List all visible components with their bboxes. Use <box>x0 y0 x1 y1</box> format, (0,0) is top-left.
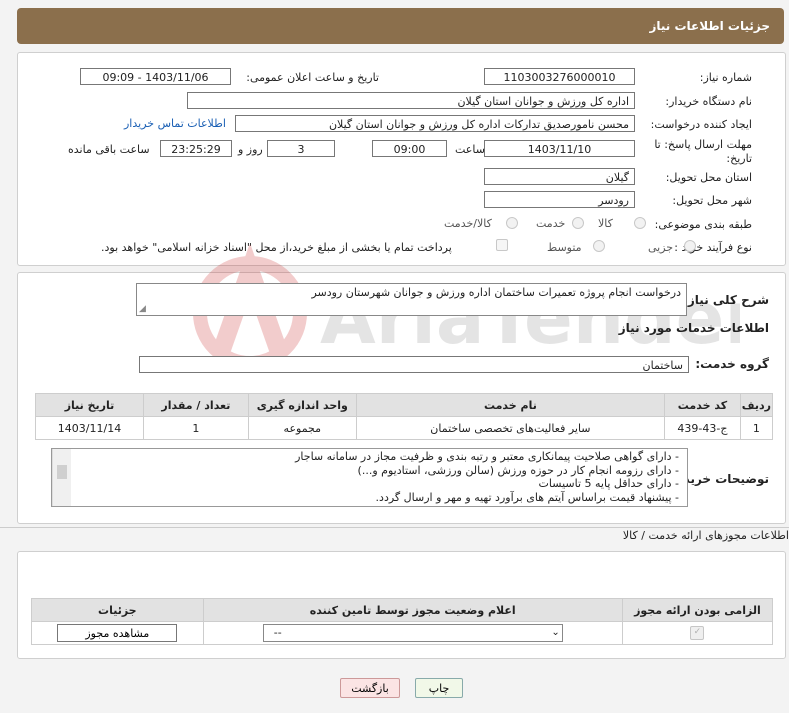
col-qty: تعداد / مقدار <box>143 393 249 417</box>
permit-required-checkbox[interactable]: ✓ <box>690 626 705 640</box>
notes-line: - دارای رزومه انجام کار در حوزه ورزش (سا… <box>357 463 679 477</box>
col-need-date: تاریخ نیاز <box>35 393 144 417</box>
row-qty: 1 <box>143 416 249 440</box>
category-goods-radio[interactable] <box>634 217 646 229</box>
page-header: جزئیات اطلاعات نیاز <box>17 8 784 44</box>
view-permit-button[interactable]: مشاهده مجوز <box>57 624 178 642</box>
notes-scrollbar[interactable] <box>52 449 71 506</box>
requester-label: ایجاد کننده درخواست: <box>650 118 752 131</box>
deadline-days-field: 3 <box>267 140 335 157</box>
notes-line: - دارای حداقل پایه 5 تاسیسات <box>538 477 679 490</box>
permit-status-select[interactable]: -- ⌄ <box>262 624 563 642</box>
buyer-contact-link[interactable]: اطلاعات تماس خریدار <box>124 117 226 130</box>
row-code: ج-43-439 <box>664 416 741 440</box>
print-button[interactable]: چاپ <box>415 678 463 698</box>
col-unit: واحد اندازه گیری <box>247 393 357 417</box>
row-name: سایر فعالیت‌های تخصصی ساختمان <box>355 416 666 440</box>
service-group-label: گروه خدمت: <box>695 357 769 371</box>
services-table: ردیف کد خدمت نام خدمت واحد اندازه گیری ت… <box>35 393 774 440</box>
process-medium-radio[interactable] <box>593 240 605 252</box>
row-unit: مجموعه <box>247 416 357 440</box>
resize-handle-icon: ◢ <box>139 304 146 314</box>
days-label: روز و <box>238 143 263 156</box>
permits-title: اطلاعات مجوزهای ارائه خدمت / کالا <box>622 529 789 542</box>
category-goods-service-radio[interactable] <box>506 217 518 229</box>
summary-textarea[interactable]: درخواست انجام پروژه تعمیرات ساختمان ادار… <box>136 283 687 316</box>
row-index: 1 <box>739 416 774 440</box>
need-number-label: شماره نیاز: <box>699 71 752 84</box>
announce-datetime-field: 1403/11/06 - 09:09 <box>80 68 231 85</box>
process-medium-label: متوسط <box>547 241 582 254</box>
delivery-city-field: رودسر <box>484 191 635 208</box>
category-service-radio[interactable] <box>572 217 584 229</box>
scrollbar-thumb[interactable] <box>57 465 67 479</box>
col-service-code: کد خدمت <box>664 393 741 417</box>
page-title: جزئیات اطلاعات نیاز <box>649 19 770 33</box>
category-goods-label: کالا <box>598 217 613 230</box>
deadline-time-label: ساعت <box>455 143 485 156</box>
table-row: 1 ج-43-439 سایر فعالیت‌های تخصصی ساختمان… <box>35 416 774 440</box>
category-service-label: خدمت <box>536 217 566 230</box>
remaining-label: ساعت باقی مانده <box>68 143 150 156</box>
col-permit-status: اعلام وضعیت مجوز توسط تامین کننده <box>202 598 623 622</box>
summary-label: شرح کلی نیاز: <box>683 293 769 307</box>
remaining-time-field: 23:25:29 <box>160 140 232 157</box>
need-number-field: 1103003276000010 <box>484 68 635 85</box>
service-group-field: ساختمان <box>139 356 689 373</box>
deadline-label: مهلت ارسال پاسخ: تا <box>654 138 752 151</box>
deadline-date-field: 1403/11/10 <box>484 140 635 157</box>
col-row: ردیف <box>739 393 774 417</box>
delivery-province-field: گیلان <box>484 168 635 185</box>
deadline-time-field: 09:00 <box>372 140 447 157</box>
requester-field: محسن نامورصدیق تدارکات اداره کل ورزش و ج… <box>235 115 635 132</box>
category-label: طبقه بندی موضوعی: <box>654 218 752 231</box>
services-title: اطلاعات خدمات مورد نیاز <box>618 321 769 335</box>
process-minor-label: جزیی <box>648 241 674 254</box>
delivery-province-label: استان محل تحویل: <box>665 171 752 184</box>
notes-line: - دارای گواهی صلاحیت پیمانکاری معتبر و ر… <box>295 450 679 463</box>
col-permit-required: الزامی بودن ارائه مجوز <box>621 598 774 622</box>
select-value: -- <box>273 626 282 639</box>
buyer-notes-textarea[interactable]: - دارای گواهی صلاحیت پیمانکاری معتبر و ر… <box>51 448 688 507</box>
permits-table: الزامی بودن ارائه مجوز اعلام وضعیت مجوز … <box>31 598 774 645</box>
process-minor-radio[interactable] <box>684 240 696 252</box>
buyer-org-field: اداره کل ورزش و جوانان استان گیلان <box>187 92 635 109</box>
buyer-org-label: نام دستگاه خریدار: <box>665 95 752 108</box>
announce-datetime-label: تاریخ و ساعت اعلان عمومی: <box>246 71 379 84</box>
treasury-payment-checkbox[interactable] <box>496 239 508 251</box>
category-goods-service-label: کالا/خدمت <box>444 217 492 230</box>
row-date: 1403/11/14 <box>35 416 144 440</box>
col-service-name: نام خدمت <box>355 393 666 417</box>
chevron-down-icon: ⌄ <box>551 627 560 638</box>
table-row: ✓ -- ⌄ مشاهده مجوز <box>31 621 774 645</box>
col-permit-details: جزئیات <box>31 598 204 622</box>
summary-text: درخواست انجام پروژه تعمیرات ساختمان ادار… <box>311 286 681 299</box>
permits-divider <box>0 527 789 528</box>
back-button[interactable]: بازگشت <box>340 678 400 698</box>
treasury-payment-note: پرداخت تمام یا بخشی از مبلغ خرید،از محل … <box>101 241 452 254</box>
notes-line: - پیشنهاد قیمت براساس آیتم های برآورد ته… <box>375 490 679 504</box>
deadline-label-date: تاریخ: <box>726 152 752 165</box>
delivery-city-label: شهر محل تحویل: <box>672 194 752 207</box>
